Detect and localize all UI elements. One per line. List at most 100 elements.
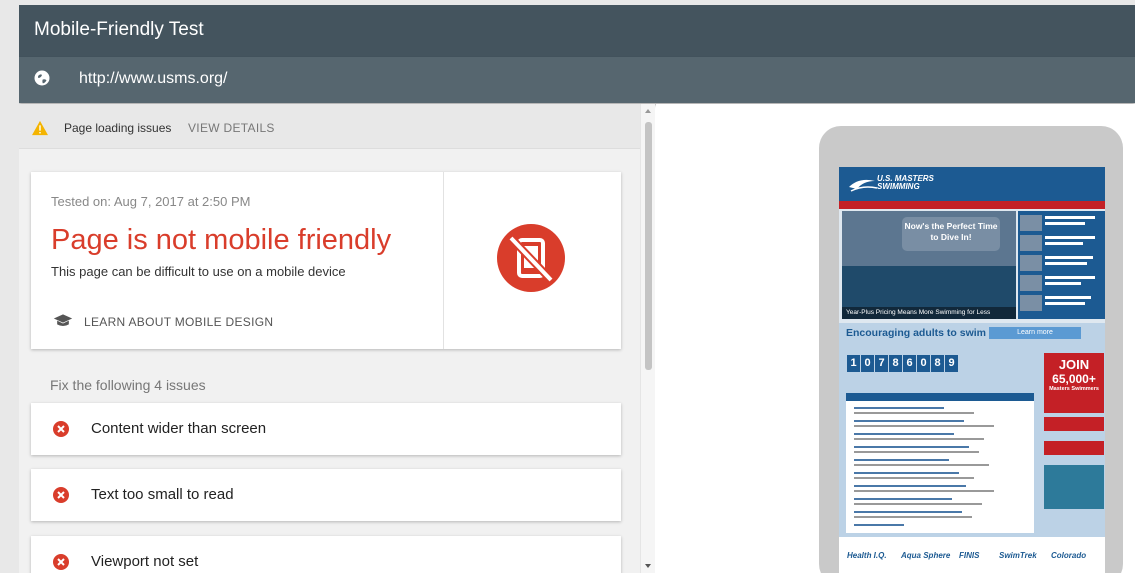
news-link-line bbox=[854, 524, 904, 526]
issue-item[interactable]: Viewport not set bbox=[31, 536, 621, 573]
counter-digit: 9 bbox=[945, 355, 958, 372]
preview-counter: 10786089 bbox=[847, 353, 959, 372]
view-details-link[interactable]: VIEW DETAILS bbox=[188, 121, 275, 135]
results-pane: Page loading issues VIEW DETAILS Tested … bbox=[19, 104, 640, 573]
news-text-line bbox=[854, 451, 979, 453]
app-frame: Mobile-Friendly Test http://www.usms.org… bbox=[19, 5, 1135, 573]
news-link-line bbox=[854, 472, 959, 474]
error-icon bbox=[53, 487, 69, 503]
news-text-line bbox=[854, 503, 982, 505]
news-link-line bbox=[854, 498, 952, 500]
news-thumb bbox=[1020, 255, 1042, 271]
news-line bbox=[1045, 302, 1085, 305]
join-line3: Masters Swimmers bbox=[1049, 386, 1099, 392]
scrollbar-thumb[interactable] bbox=[645, 122, 652, 370]
hero-banner: Year-Plus Pricing Means More Swimming fo… bbox=[842, 307, 1016, 319]
card-divider bbox=[443, 172, 444, 349]
preview-header: U.S. MASTERS SWIMMING bbox=[839, 167, 1105, 201]
url-bar: http://www.usms.org/ bbox=[19, 57, 1135, 103]
news-line bbox=[1045, 276, 1095, 279]
preview-logo-text: U.S. MASTERS SWIMMING bbox=[877, 174, 934, 191]
counter-digit: 0 bbox=[861, 355, 874, 372]
tested-url[interactable]: http://www.usms.org/ bbox=[79, 70, 228, 88]
scroll-down-arrow[interactable] bbox=[645, 564, 651, 568]
news-line bbox=[1045, 222, 1085, 225]
news-line bbox=[1045, 242, 1083, 245]
news-text-line bbox=[854, 464, 989, 466]
news-text-line bbox=[854, 425, 994, 427]
news-tabs bbox=[846, 393, 1034, 401]
news-text-line bbox=[854, 438, 984, 440]
phone-mockup: U.S. MASTERS SWIMMING Now's the Perfect … bbox=[819, 126, 1123, 573]
sponsor-logo: SwimTrek bbox=[999, 551, 1037, 560]
news-link-line bbox=[854, 446, 969, 448]
issue-item[interactable]: Text too small to read bbox=[31, 469, 621, 521]
sponsor-logo: FINIS bbox=[959, 551, 980, 560]
verdict-description: This page can be difficult to use on a m… bbox=[51, 264, 346, 279]
news-text-line bbox=[854, 516, 972, 518]
counter-digit: 7 bbox=[875, 355, 888, 372]
preview-pane: U.S. MASTERS SWIMMING Now's the Perfect … bbox=[656, 104, 1135, 573]
app-title: Mobile-Friendly Test bbox=[34, 19, 204, 40]
page-loading-warning: Page loading issues VIEW DETAILS bbox=[19, 104, 640, 149]
top-app-bar: Mobile-Friendly Test bbox=[19, 5, 1135, 57]
result-card: Tested on: Aug 7, 2017 at 2:50 PM Page i… bbox=[31, 172, 621, 349]
error-icon bbox=[53, 421, 69, 437]
sponsor-logo: Colorado bbox=[1051, 551, 1087, 560]
issue-label: Text too small to read bbox=[91, 486, 234, 503]
counter-digit: 1 bbox=[847, 355, 860, 372]
news-text-line bbox=[854, 477, 974, 479]
news-line bbox=[1045, 262, 1087, 265]
counter-digit: 6 bbox=[903, 355, 916, 372]
news-line bbox=[1045, 236, 1095, 239]
hero-headline: Now's the Perfect Time to Dive In! bbox=[902, 217, 1000, 251]
counter-digit: 0 bbox=[917, 355, 930, 372]
issue-item[interactable]: Content wider than screen bbox=[31, 403, 621, 455]
preview-ad-update bbox=[1044, 441, 1104, 455]
preview-sponsors: Health I.Q. Aqua Sphere FINIS SwimTrek C… bbox=[839, 537, 1105, 573]
issue-label: Content wider than screen bbox=[91, 420, 267, 437]
preview-nav bbox=[839, 201, 1105, 209]
sponsor-logo: Aqua Sphere bbox=[901, 551, 951, 560]
news-text-line bbox=[854, 490, 994, 492]
counter-digit: 8 bbox=[889, 355, 902, 372]
issues-heading: Fix the following 4 issues bbox=[50, 377, 206, 393]
news-line bbox=[1045, 216, 1095, 219]
warning-icon bbox=[32, 120, 48, 136]
news-thumb bbox=[1020, 295, 1042, 311]
page-screenshot-preview: U.S. MASTERS SWIMMING Now's the Perfect … bbox=[839, 167, 1105, 573]
graduation-cap-icon bbox=[53, 314, 73, 326]
preview-news-list bbox=[846, 393, 1034, 533]
news-line bbox=[1045, 282, 1081, 285]
counter-digit: 8 bbox=[931, 355, 944, 372]
news-link-line bbox=[854, 459, 949, 461]
preview-join-ad: JOIN 65,000+ Masters Swimmers bbox=[1044, 353, 1104, 413]
error-icon bbox=[53, 554, 69, 570]
join-line1: JOIN bbox=[1058, 357, 1090, 372]
preview-hero: Now's the Perfect Time to Dive In! Year-… bbox=[842, 211, 1016, 319]
not-mobile-friendly-icon bbox=[497, 224, 565, 292]
news-line bbox=[1045, 296, 1091, 299]
news-link-line bbox=[854, 511, 962, 513]
scroll-up-arrow[interactable] bbox=[645, 109, 651, 113]
news-link-line bbox=[854, 433, 954, 435]
preview-ad-store bbox=[1044, 465, 1104, 509]
issue-label: Viewport not set bbox=[91, 553, 199, 570]
preview-sidebar-news bbox=[1018, 211, 1105, 319]
preview-ad-signup bbox=[1044, 417, 1104, 431]
news-link-line bbox=[854, 485, 966, 487]
news-line bbox=[1045, 256, 1093, 259]
sponsor-logo: Health I.Q. bbox=[847, 551, 887, 560]
news-thumb bbox=[1020, 275, 1042, 291]
news-text-line bbox=[854, 412, 974, 414]
learn-mobile-design-link[interactable]: LEARN ABOUT MOBILE DESIGN bbox=[84, 315, 273, 329]
results-scrollbar[interactable] bbox=[640, 104, 655, 573]
news-link-line bbox=[854, 407, 944, 409]
globe-icon bbox=[34, 70, 50, 86]
news-thumb bbox=[1020, 235, 1042, 251]
news-link-line bbox=[854, 420, 964, 422]
join-line2: 65,000+ bbox=[1052, 372, 1096, 386]
verdict-title: Page is not mobile friendly bbox=[51, 224, 392, 256]
warning-text: Page loading issues bbox=[64, 121, 172, 135]
preview-encourage-text: Encouraging adults to swim bbox=[846, 327, 987, 339]
